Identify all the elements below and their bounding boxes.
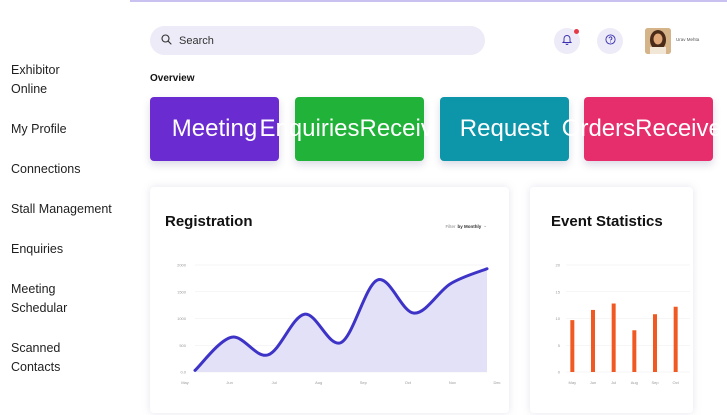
sidebar-item-meeting-schedular[interactable]: Meeting Schedular	[11, 280, 129, 318]
y-tick-label: 1000	[177, 316, 187, 321]
label-line: Request	[459, 115, 550, 142]
label-line: Schedular	[11, 301, 68, 315]
search-icon	[161, 32, 172, 50]
bar	[570, 320, 575, 372]
label-line: Orders	[561, 115, 636, 142]
x-tick-label: Oct	[673, 380, 680, 385]
help-button[interactable]	[597, 28, 623, 54]
label-line: Connections	[11, 162, 81, 176]
sidebar-item-my-profile[interactable]: My Profile	[11, 120, 129, 139]
enquiries-received-card[interactable]: Enquiries Received	[259, 97, 460, 161]
top-bar: Urav Mehta	[130, 0, 727, 62]
orders-received-card[interactable]: Orders Received	[562, 97, 727, 161]
label-line: Scanned	[11, 341, 61, 355]
y-tick-label: 500	[179, 343, 186, 348]
sidebar-item-scanned-contacts[interactable]: Scanned Contacts	[11, 339, 129, 377]
x-tick-label: Oct	[405, 380, 412, 385]
x-tick-label: May	[569, 380, 577, 385]
registration-panel: Registration Filter by Monthly ⌄ 0.0 500 1…	[150, 187, 509, 413]
label-line: Meeting	[171, 115, 258, 142]
label-line: Meeting	[11, 282, 56, 296]
avatar[interactable]	[645, 28, 671, 54]
x-tick-label: Nov	[449, 380, 456, 385]
bar	[632, 330, 637, 372]
sidebar-item-stall-management[interactable]: Stall Management	[11, 200, 129, 219]
y-tick-label: 15	[556, 289, 561, 294]
main-content: Overview Meeting Enquiries Received Reque…	[130, 62, 727, 415]
label-line: Online	[11, 82, 48, 96]
label-line: Received	[635, 115, 727, 142]
event-statistics-panel: Event Statistics 0 5 10 15 20 May Jun Jul Aug Sep…	[530, 187, 693, 413]
x-tick-label: Jun	[590, 380, 596, 385]
event-statistics-chart: 0 5 10 15 20 May Jun Jul Aug Sep Oct	[556, 263, 690, 385]
y-tick-label: 5	[558, 343, 561, 348]
notification-badge	[574, 29, 579, 34]
x-tick-label: Aug	[631, 380, 638, 385]
page-title: Overview	[150, 73, 195, 84]
label-line: Enquiries	[259, 115, 360, 142]
x-tick-label: Aug	[315, 380, 322, 385]
sidebar-item-enquiries[interactable]: Enquiries	[11, 240, 129, 259]
y-tick-label: 2000	[177, 263, 187, 268]
question-icon	[604, 32, 616, 50]
sidebar-item-exhibitor-online[interactable]: Exhibitor Online	[11, 61, 129, 99]
x-tick-label: May	[181, 380, 189, 385]
search-bar[interactable]	[150, 26, 485, 55]
bell-icon	[561, 32, 573, 50]
notification-button[interactable]	[554, 28, 580, 54]
label-line: My Profile	[11, 122, 67, 136]
sidebar: Exhibitor Online My Profile Connections S…	[0, 0, 130, 415]
bar	[591, 309, 595, 372]
y-tick-label: 1500	[177, 289, 187, 294]
y-tick-label: 20	[556, 263, 561, 268]
label-line: Exhibitor	[11, 63, 60, 77]
x-tick-label: Jun	[226, 380, 232, 385]
x-tick-label: Jul	[272, 380, 277, 385]
label-line: Contacts	[11, 360, 61, 374]
sidebar-item-connections[interactable]: Connections	[11, 160, 129, 179]
registration-chart: 0.0 500 1000 1500 2000 May Jun Jul Aug Sep Oct Nov D…	[177, 263, 500, 386]
x-tick-label: Dec	[493, 380, 500, 385]
search-input[interactable]	[179, 34, 459, 47]
area-fill	[195, 268, 487, 372]
x-tick-label: Sep	[651, 380, 659, 385]
bar	[673, 306, 678, 372]
y-tick-label: 0	[558, 370, 561, 375]
x-tick-label: Jul	[611, 380, 616, 385]
x-tick-label: Sep	[360, 380, 368, 385]
y-tick-label: 10	[556, 316, 561, 321]
request-card[interactable]: Request	[440, 97, 569, 161]
label-line: Stall Management	[11, 202, 112, 216]
bar	[653, 314, 657, 372]
y-tick-label: 0.0	[180, 370, 186, 375]
label-line: Enquiries	[11, 242, 64, 256]
bar	[611, 303, 616, 372]
user-name[interactable]: Urav Mehta	[676, 37, 699, 42]
